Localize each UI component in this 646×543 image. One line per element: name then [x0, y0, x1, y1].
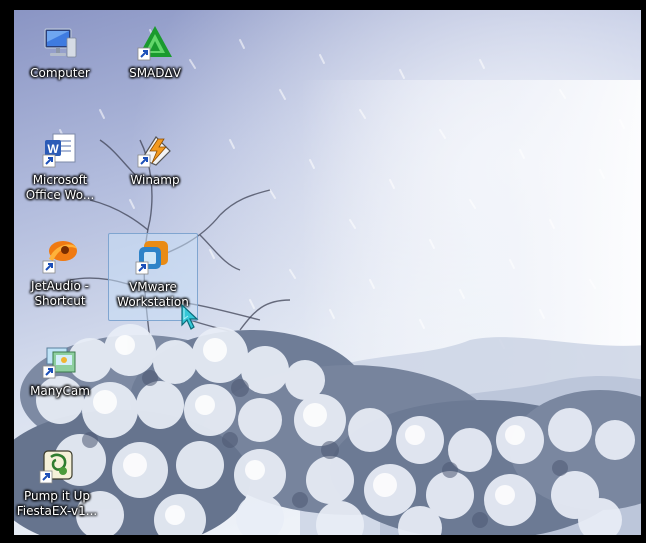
word-shortcut-icon: W — [41, 131, 79, 169]
desktop-icon-pump-it-up[interactable]: Pump it Up FiestaEX-v1... — [12, 443, 102, 519]
desktop-icon-jetaudio[interactable]: JetAudio - Shortcut — [15, 233, 105, 309]
desktop-icon-label: Pump it Up FiestaEX-v1... — [16, 489, 98, 518]
winamp-shortcut-icon — [136, 131, 174, 169]
mouse-pointer-icon — [181, 303, 199, 330]
pump-it-up-shortcut-icon — [38, 447, 76, 485]
desktop[interactable]: Computer SMADΔV W Microsoft Office Wo...… — [0, 0, 646, 543]
desktop-icon-label: ManyCam — [30, 384, 90, 398]
smadav-shortcut-icon — [136, 24, 174, 62]
computer-icon — [41, 24, 79, 62]
desktop-icon-label: Winamp — [130, 173, 180, 187]
desktop-icon-label: Computer — [30, 66, 90, 80]
desktop-icon-smadav[interactable]: SMADΔV — [110, 20, 200, 81]
screen-border-right — [641, 0, 646, 543]
desktop-icon-winamp[interactable]: Winamp — [110, 127, 200, 188]
manycam-shortcut-icon — [41, 342, 79, 380]
svg-text:W: W — [47, 142, 59, 156]
jetaudio-shortcut-icon — [41, 237, 79, 275]
desktop-icon-manycam[interactable]: ManyCam — [15, 338, 105, 399]
screen-border-bottom — [0, 535, 646, 543]
desktop-icon-label: SMADΔV — [129, 66, 181, 80]
vmware-shortcut-icon — [134, 238, 172, 276]
screen-border-top — [0, 0, 646, 10]
desktop-icon-label: Microsoft Office Wo... — [25, 173, 95, 202]
desktop-icon-computer[interactable]: Computer — [15, 20, 105, 81]
desktop-icon-microsoft-office-word[interactable]: W Microsoft Office Wo... — [15, 127, 105, 203]
desktop-icon-label: JetAudio - Shortcut — [31, 279, 89, 308]
